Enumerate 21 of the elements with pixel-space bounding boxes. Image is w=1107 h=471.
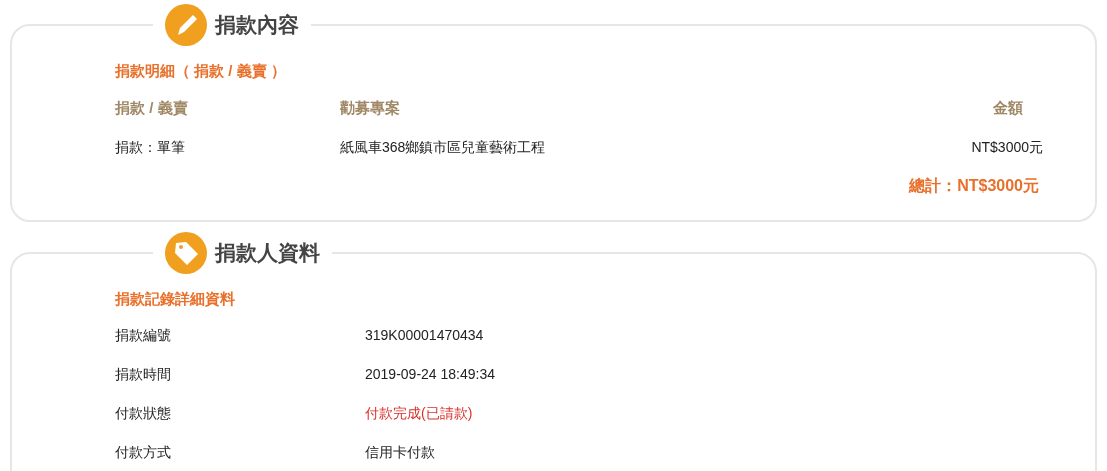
column-header: 勸募專案 [340,97,401,118]
field-label: 付款方式 [115,442,172,462]
field-label: 捐款時間 [115,364,172,384]
section-title: 捐款人資料 [215,240,320,267]
tag-icon [165,232,207,274]
field-label: 捐款編號 [115,325,172,345]
total-amount: 總計：NT$3000元 [909,176,1039,196]
field-value: 319K00001470434 [365,325,485,345]
field-value: 2019-09-24 18:49:34 [365,364,496,384]
table-cell-text: 捐款：單筆 [115,138,186,157]
column-header: 金額 [992,97,1024,118]
pencil-icon [165,4,207,46]
section-subtitle: 捐款記錄詳細資料 [115,289,236,309]
section-subtitle: 捐款明細（ 捐款 / 義賣 ） [115,61,287,81]
field-value: 付款完成(已請款) [365,403,474,423]
table-cell-text: NT$3000元 [971,138,1043,157]
field-label: 付款狀態 [115,403,172,423]
column-header: 捐款 / 義賣 [115,97,189,118]
field-value: 信用卡付款 [365,442,436,462]
table-cell-text: 紙風車368鄉鎮市區兒童藝術工程 [340,138,547,157]
section-title: 捐款內容 [215,12,299,39]
